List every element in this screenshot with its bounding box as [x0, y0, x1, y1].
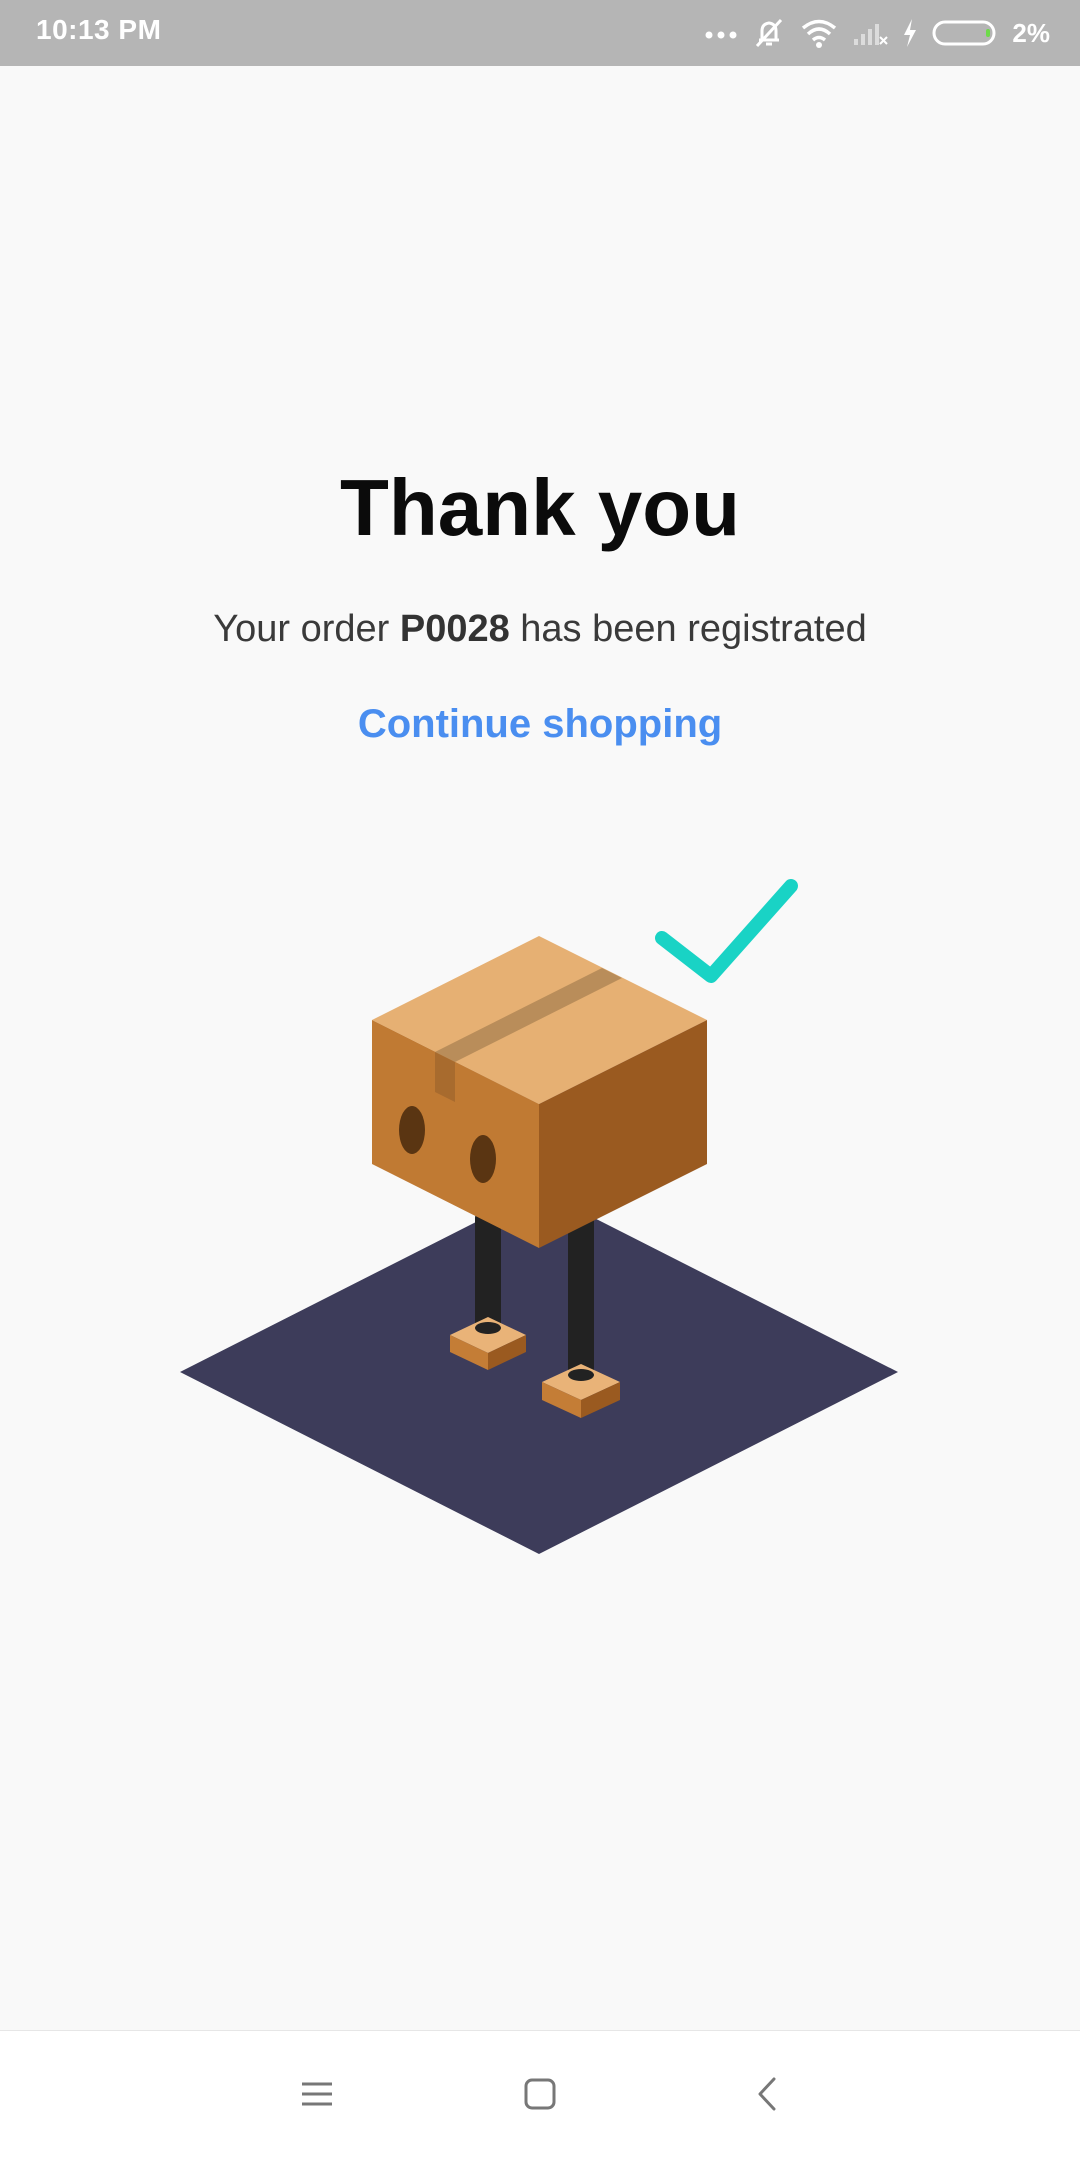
- charging-icon: [902, 18, 918, 48]
- checkmark-icon: [655, 879, 798, 983]
- navigation-bar: [0, 2030, 1080, 2160]
- right-leg: [568, 1210, 594, 1378]
- back-icon: [755, 2076, 779, 2117]
- status-bar: 10:13 PM 2%: [0, 0, 1080, 66]
- right-eye: [470, 1135, 496, 1183]
- home-button[interactable]: [510, 2066, 570, 2126]
- back-button[interactable]: [737, 2066, 797, 2126]
- signal-no-service-icon: [852, 19, 889, 47]
- cardboard-box: [372, 936, 707, 1248]
- order-message: Your order P0028 has been registrated: [0, 610, 1080, 648]
- home-icon: [523, 2077, 557, 2116]
- box-robot-illustration: [170, 870, 910, 1570]
- more-dots-icon: [704, 27, 738, 39]
- battery-icon: [932, 19, 998, 47]
- status-icons: 2%: [704, 10, 1050, 56]
- status-time: 10:13 PM: [36, 14, 162, 45]
- left-eye: [399, 1106, 425, 1154]
- order-message-suffix: has been registrated: [509, 608, 867, 650]
- alarm-off-icon: [752, 16, 786, 50]
- order-confirmation-screen: 10:13 PM 2% Thank you Your order P0028 h…: [0, 0, 1080, 2160]
- battery-percentage: 2%: [1012, 17, 1050, 48]
- left-leg: [475, 1210, 501, 1335]
- order-message-prefix: Your order: [213, 608, 400, 650]
- order-code: P0028: [399, 608, 510, 650]
- menu-button[interactable]: [287, 2066, 347, 2126]
- menu-icon: [300, 2079, 334, 2114]
- wifi-icon: [800, 18, 838, 48]
- page-title: Thank you: [339, 463, 741, 552]
- continue-shopping-link[interactable]: Continue shopping: [340, 694, 740, 754]
